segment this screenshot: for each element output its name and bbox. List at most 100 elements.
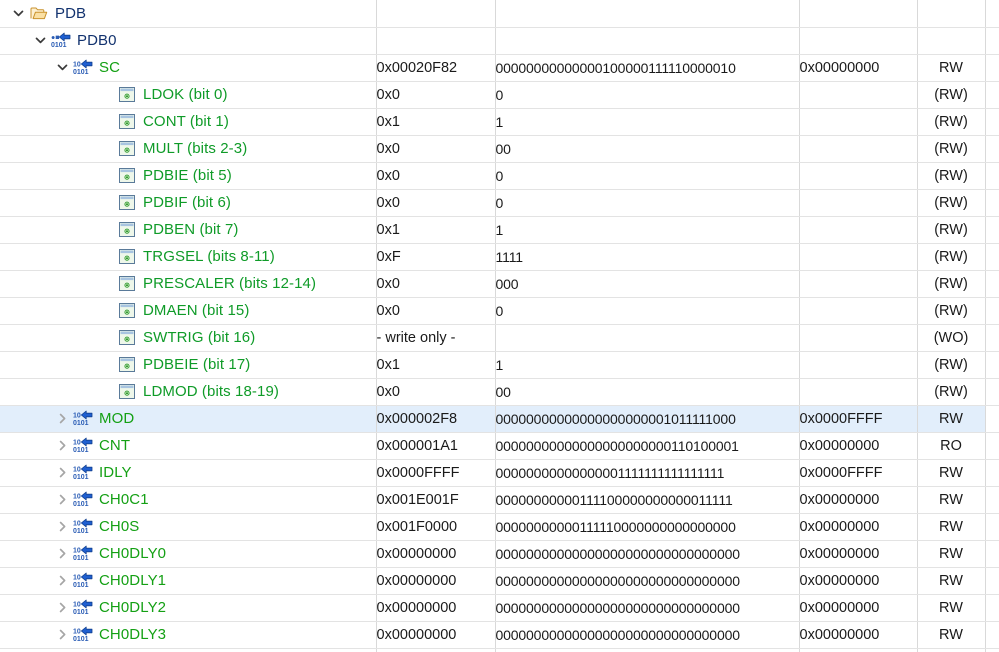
table-row[interactable]: 10 0101 CH0DLY3 0x00000000 00000000000000000…	[0, 621, 999, 649]
value-binary-cell[interactable]	[495, 0, 800, 28]
tree-node-cell[interactable]: 10 0101 CNT	[0, 432, 377, 460]
reset-value-cell[interactable]	[799, 297, 918, 325]
table-row[interactable]: PDB	[0, 0, 999, 28]
table-row[interactable]: 10 0101 CH0S 0x001F0000 00000000000111110000…	[0, 513, 999, 541]
reset-value-cell[interactable]: 0x00000000	[799, 567, 918, 595]
chevron-right-icon[interactable]	[52, 595, 72, 621]
access-cell[interactable]: (RW)	[917, 108, 986, 136]
value-binary-cell[interactable]: 00000000000000000000000000000000	[495, 594, 800, 622]
reset-value-cell[interactable]: 0x0000FFFF	[799, 459, 918, 487]
access-cell[interactable]: (RW)	[917, 378, 986, 406]
table-row[interactable]: 10 0101 CNT 0x000001A1 000000000000000000000…	[0, 432, 999, 460]
value-binary-cell[interactable]: 00000000000000000000000000000000	[495, 621, 800, 649]
access-cell[interactable]: RW	[917, 540, 986, 568]
tree-node-cell[interactable]: 10 0101 SC	[0, 54, 377, 82]
table-row[interactable]: SWTRIG (bit 16) - write only - (WO)	[0, 324, 999, 352]
access-cell[interactable]: RW	[917, 513, 986, 541]
reset-value-cell[interactable]: 0x00000000	[799, 540, 918, 568]
value-binary-cell[interactable]: 0	[495, 81, 800, 109]
tree-node-cell[interactable]: PDBIE (bit 5)	[0, 162, 377, 190]
tree-node-cell[interactable]: ●■ 0101 PDB0	[0, 27, 377, 55]
reset-value-cell[interactable]	[799, 648, 918, 652]
reset-value-cell[interactable]	[799, 243, 918, 271]
value-hex-cell[interactable]: 0x00000000	[376, 621, 496, 649]
value-hex-cell[interactable]: 0xF	[376, 243, 496, 271]
value-binary-cell[interactable]: 0	[495, 189, 800, 217]
access-cell[interactable]: RW	[917, 54, 986, 82]
value-binary-cell[interactable]	[495, 648, 800, 652]
access-cell[interactable]: (RW)	[917, 243, 986, 271]
chevron-right-icon[interactable]	[52, 568, 72, 594]
value-binary-cell[interactable]: 0	[495, 297, 800, 325]
value-binary-cell[interactable]: 00000000000111110000000000000000	[495, 513, 800, 541]
access-cell[interactable]: (RW)	[917, 270, 986, 298]
access-cell[interactable]: RW	[917, 405, 986, 433]
access-cell[interactable]: (RW)	[917, 81, 986, 109]
reset-value-cell[interactable]	[799, 108, 918, 136]
reset-value-cell[interactable]	[799, 216, 918, 244]
chevron-right-icon[interactable]	[52, 622, 72, 648]
value-binary-cell[interactable]: 1	[495, 351, 800, 379]
value-binary-cell[interactable]: 00000000000000100000111110000010	[495, 54, 800, 82]
value-binary-cell[interactable]: 1	[495, 108, 800, 136]
table-row[interactable]: 10 0101 SC 0x00020F82 0000000000000010000011…	[0, 54, 999, 82]
value-hex-cell[interactable]: 0x1	[376, 351, 496, 379]
value-binary-cell[interactable]: 00000000000000000000000000000000	[495, 540, 800, 568]
value-hex-cell[interactable]: 0x0	[376, 81, 496, 109]
table-row[interactable]: TRGSEL (bits 8-11) 0xF 1111 (RW)	[0, 243, 999, 271]
table-row[interactable]: LDOK (bit 0) 0x0 0 (RW)	[0, 81, 999, 109]
reset-value-cell[interactable]: 0x00000000	[799, 594, 918, 622]
chevron-right-icon[interactable]	[52, 460, 72, 486]
reset-value-cell[interactable]	[799, 189, 918, 217]
chevron-right-icon[interactable]	[52, 541, 72, 567]
value-binary-cell[interactable]: 00000000000111100000000000011111	[495, 486, 800, 514]
value-hex-cell[interactable]: 0x0000FFFF	[376, 459, 496, 487]
table-row[interactable]: DMAEN (bit 15) 0x0 0 (RW)	[0, 297, 999, 325]
value-hex-cell[interactable]: - write only -	[376, 324, 496, 352]
reset-value-cell[interactable]	[799, 27, 918, 55]
reset-value-cell[interactable]: 0x00000000	[799, 486, 918, 514]
value-hex-cell[interactable]: 0x0	[376, 297, 496, 325]
table-row[interactable]: 10 0101 CH0DLY2 0x00000000 00000000000000000…	[0, 594, 999, 622]
table-row[interactable]: PDBIE (bit 5) 0x0 0 (RW)	[0, 162, 999, 190]
tree-node-cell[interactable]: CONT (bit 1)	[0, 108, 377, 136]
tree-node-cell[interactable]: PDB	[0, 0, 377, 28]
reset-value-cell[interactable]	[799, 135, 918, 163]
value-hex-cell[interactable]: 0x0	[376, 378, 496, 406]
access-cell[interactable]	[917, 0, 986, 28]
reset-value-cell[interactable]	[799, 81, 918, 109]
value-hex-cell[interactable]: 0x001F0000	[376, 513, 496, 541]
table-row[interactable]: PRESCALER (bits 12-14) 0x0 000 (RW)	[0, 270, 999, 298]
reset-value-cell[interactable]	[799, 162, 918, 190]
tree-node-cell[interactable]: 10 0101 CH0DLY2	[0, 594, 377, 622]
tree-node-cell[interactable]: 100101	[0, 648, 377, 652]
value-hex-cell[interactable]: 0x0	[376, 162, 496, 190]
table-row[interactable]: 10 0101 CH0DLY1 0x00000000 00000000000000000…	[0, 567, 999, 595]
value-binary-cell[interactable]: 00000000000000000000000110100001	[495, 432, 800, 460]
access-cell[interactable]: (RW)	[917, 351, 986, 379]
access-cell[interactable]: (RW)	[917, 216, 986, 244]
tree-node-cell[interactable]: PRESCALER (bits 12-14)	[0, 270, 377, 298]
value-binary-cell[interactable]: 00000000000000000000001011111000	[495, 405, 800, 433]
access-cell[interactable]: RW	[917, 486, 986, 514]
value-binary-cell[interactable]	[495, 324, 800, 352]
value-hex-cell[interactable]: 0x001E001F	[376, 486, 496, 514]
access-cell[interactable]	[917, 648, 986, 652]
tree-node-cell[interactable]: LDMOD (bits 18-19)	[0, 378, 377, 406]
table-row[interactable]: LDMOD (bits 18-19) 0x0 00 (RW)	[0, 378, 999, 406]
tree-node-cell[interactable]: 10 0101 MOD	[0, 405, 377, 433]
value-hex-cell[interactable]: 0x00020F82	[376, 54, 496, 82]
table-row[interactable]: MULT (bits 2-3) 0x0 00 (RW)	[0, 135, 999, 163]
reset-value-cell[interactable]	[799, 270, 918, 298]
chevron-right-icon[interactable]	[52, 433, 72, 459]
table-row[interactable]: 10 0101 CH0C1 0x001E001F 0000000000011110000…	[0, 486, 999, 514]
reset-value-cell[interactable]	[799, 324, 918, 352]
value-hex-cell[interactable]: 0x000001A1	[376, 432, 496, 460]
tree-node-cell[interactable]: 10 0101 IDLY	[0, 459, 377, 487]
value-hex-cell[interactable]	[376, 27, 496, 55]
value-hex-cell[interactable]: 0x1	[376, 216, 496, 244]
reset-value-cell[interactable]: 0x00000000	[799, 54, 918, 82]
table-row[interactable]: 10 0101 MOD 0x000002F8 000000000000000000000…	[0, 405, 999, 433]
value-hex-cell[interactable]: 0x000002F8	[376, 405, 496, 433]
value-binary-cell[interactable]: 1111	[495, 243, 800, 271]
